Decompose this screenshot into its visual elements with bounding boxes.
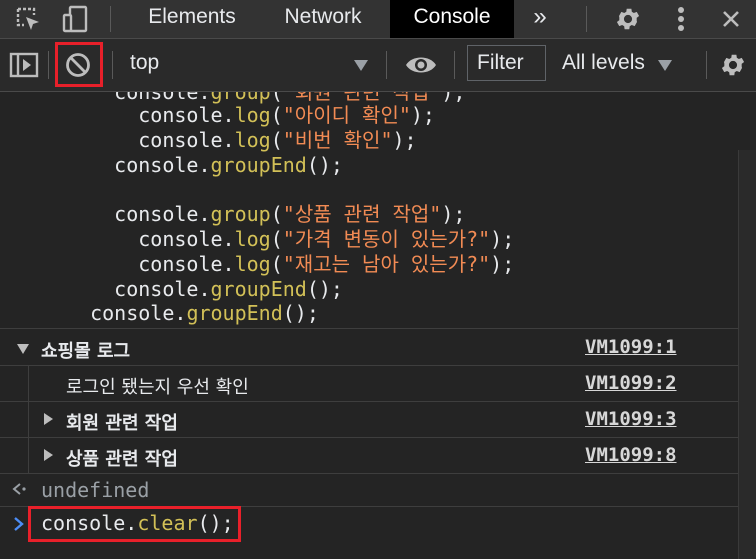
code-line: console.log("재고는 남아 있는가?"); [138,252,515,276]
more-options-icon[interactable] [666,0,696,38]
console-group-product-tasks[interactable]: 상품 관련 작업 VM1099:8 [0,438,756,473]
console-group-member-tasks[interactable]: 회원 관련 작업 VM1099:3 [0,402,756,437]
tab-network[interactable]: Network [266,0,380,38]
tab-divider [586,6,587,32]
code-line: console.log("아이디 확인"); [138,103,435,127]
close-icon[interactable] [716,0,746,38]
group-label: 쇼핑몰 로그 [41,341,131,362]
collapsed-triangle-right-icon[interactable] [44,413,53,425]
tab-elements[interactable]: Elements [128,0,256,38]
log-levels-dropdown[interactable]: All levels [562,51,645,75]
console-scrollbar[interactable] [738,150,756,559]
toolbar-divider [112,51,113,79]
filter-input[interactable]: Filter [467,45,546,81]
console-input-echo: console.group("회원 관련 작업"); console.log("… [0,92,756,327]
source-link[interactable]: VM1099:3 [585,408,677,430]
source-link[interactable]: VM1099:8 [585,444,677,466]
code-line: console.log("가격 변동이 있는가?"); [138,227,515,251]
code-line: console.group("상품 관련 작업"); [114,202,466,226]
code-line: console.log("비번 확인"); [138,128,417,152]
group-label: 상품 관련 작업 [66,449,178,470]
group-indent-guide [28,402,29,437]
code-line: console.groupEnd(); [114,153,343,177]
toolbar-divider [386,51,387,79]
device-toolbar-icon[interactable] [56,0,96,38]
settings-gear-icon[interactable] [610,0,646,38]
devtools-tab-bar: Elements Network Console » [0,0,756,39]
console-group-shopping-log[interactable]: 쇼핑몰 로그 VM1099:1 [0,330,756,365]
more-tabs-chevron-icon[interactable]: » [522,0,558,38]
toolbar-divider [48,51,49,79]
toolbar-divider [454,51,455,79]
source-link[interactable]: VM1099:2 [585,372,677,394]
return-value-arrow-icon [10,479,28,503]
live-expression-eye-icon[interactable] [402,51,440,79]
code-line: console.groupEnd(); [90,301,319,325]
message-divider [0,328,756,329]
group-label: 회원 관련 작업 [66,413,178,434]
code-line: console.groupEnd(); [114,277,343,301]
context-dropdown-caret-icon[interactable] [354,60,368,71]
clear-button-highlight [55,42,103,87]
group-indent-guide [28,438,29,473]
console-message: 로그인 됐는지 우선 확인 VM1099:2 [0,366,756,401]
tab-divider [110,6,111,32]
source-link[interactable]: VM1099:1 [585,336,677,358]
show-sidebar-icon[interactable] [8,49,40,81]
inspect-element-icon[interactable] [10,0,46,38]
expand-triangle-down-icon[interactable] [17,344,29,354]
console-result: undefined [0,474,756,506]
execution-context-selector[interactable]: top [130,51,159,75]
result-value: undefined [41,478,150,502]
tab-console[interactable]: Console [390,0,514,38]
prompt-chevron-icon [12,515,26,537]
console-settings-gear-icon[interactable] [716,49,750,81]
levels-dropdown-caret-icon[interactable] [658,60,672,71]
group-indent-guide [28,366,29,401]
log-text: 로그인 됐는지 우선 확인 [66,377,249,398]
prompt-highlight [28,506,241,542]
collapsed-triangle-right-icon[interactable] [44,449,53,461]
console-toolbar: top Filter All levels [0,39,756,92]
toolbar-divider [706,51,707,79]
